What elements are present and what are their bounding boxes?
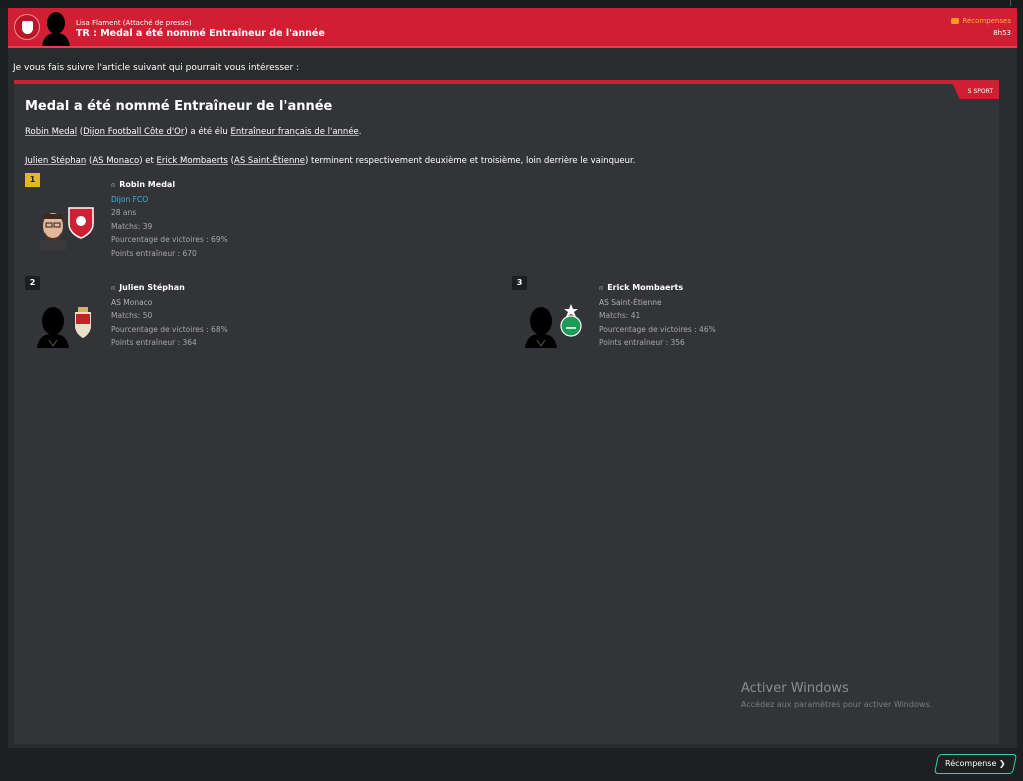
windows-activation-subtitle: Accédez aux paramètres pour activer Wind… [741, 700, 933, 709]
source-tag: S SPORT [953, 84, 999, 99]
manager-name[interactable]: Julien Stéphan [119, 283, 185, 292]
link-club-2[interactable]: AS Monaco [92, 156, 139, 166]
rank-badge-3: 3 [512, 276, 527, 290]
person-icon: ⍝ [599, 284, 604, 292]
link-person-2[interactable]: Julien Stéphan [25, 156, 86, 166]
sender-avatar-silhouette-icon [42, 12, 70, 46]
rank-badge-1: 1 [25, 173, 40, 187]
unknown-manager-silhouette-icon [525, 304, 582, 348]
link-club[interactable]: Dijon Football Côte d'Or [83, 127, 184, 137]
manager-points: Points entraîneur : 356 [599, 338, 685, 347]
person-icon: ⍝ [111, 284, 116, 292]
club-crest-icon [14, 14, 40, 40]
manager-name[interactable]: Erick Mombaerts [607, 283, 683, 292]
article-paragraph-2: Julien Stéphan (AS Monaco) et Erick Momb… [25, 156, 636, 166]
manager-win-pct: Pourcentage de victoires : 68% [111, 324, 228, 334]
manager-club[interactable]: AS Saint-Étienne [599, 296, 716, 310]
ranking-entry-3: ⍝ Erick Mombaerts AS Saint-Étienne Matchs… [599, 281, 716, 350]
news-article: S SPORT Medal a été nommé Entraîneur de … [14, 80, 999, 744]
link-award[interactable]: Entraîneur français de l'année [231, 127, 359, 137]
p2-rest: terminent respectivement deuxième et tro… [308, 156, 636, 166]
ticket-icon [951, 18, 960, 24]
message-time: 8h53 [993, 29, 1011, 37]
person-icon: ⍝ [111, 181, 116, 189]
message-intro: Je vous fais suivre l'article suivant qu… [13, 63, 300, 73]
sender-name[interactable]: Lisa Flament (Attaché de presse) [76, 19, 192, 27]
rewards-tag-label: Récompenses [962, 17, 1011, 25]
manager-name[interactable]: Robin Medal [119, 180, 175, 189]
article-paragraph-1: Robin Medal (Dijon Football Côte d'Or) a… [25, 127, 362, 137]
message-panel: Lisa Flament (Attaché de presse) TR : Me… [8, 8, 1017, 748]
manager-club[interactable]: AS Monaco [111, 296, 228, 310]
windows-activation-title: Activer Windows [741, 681, 849, 696]
manager-win-pct: Pourcentage de victoires : 69% [111, 235, 228, 244]
p1-end: . [358, 127, 362, 137]
manager-matches: Matchs: 39 [111, 221, 153, 231]
reward-button-label: Récompense ❯ [945, 759, 1006, 768]
manager-win-pct: Pourcentage de victoires : 46% [599, 324, 716, 334]
manager-matches: Matchs: 41 [599, 311, 641, 320]
manager-points: Points entraîneur : 670 [111, 248, 197, 258]
message-header: Lisa Flament (Attaché de presse) TR : Me… [8, 8, 1017, 48]
unknown-manager-silhouette-icon [37, 307, 91, 348]
scroll-marker [1010, 0, 1011, 6]
rank-badge-2: 2 [25, 276, 40, 290]
link-person[interactable]: Robin Medal [25, 127, 77, 137]
manager-club[interactable]: Dijon FCO [111, 193, 228, 207]
reward-button[interactable]: Récompense ❯ [934, 754, 1018, 774]
source-label: S SPORT [967, 88, 993, 95]
ranking-entry-2: ⍝ Julien Stéphan AS Monaco Matchs: 50 Pou… [111, 281, 228, 350]
manager-matches: Matchs: 50 [111, 311, 153, 320]
rewards-tag[interactable]: Récompenses [951, 17, 1011, 25]
manager-age: 28 ans [111, 208, 137, 217]
link-person-3[interactable]: Erick Mombaerts [157, 156, 228, 166]
top-strip [0, 0, 1023, 8]
manager-points: Points entraîneur : 364 [111, 338, 197, 347]
manager-face-icon [40, 207, 94, 250]
article-title: Medal a été nommé Entraîneur de l'année [25, 99, 333, 114]
link-club-3[interactable]: AS Saint-Étienne [234, 156, 305, 166]
p1-mid: a été élu [187, 127, 231, 137]
ranking-entry-1: ⍝ Robin Medal Dijon FCO 28 ans Matchs: 39… [111, 178, 228, 260]
message-subject: TR : Medal a été nommé Entraîneur de l'a… [76, 28, 325, 39]
